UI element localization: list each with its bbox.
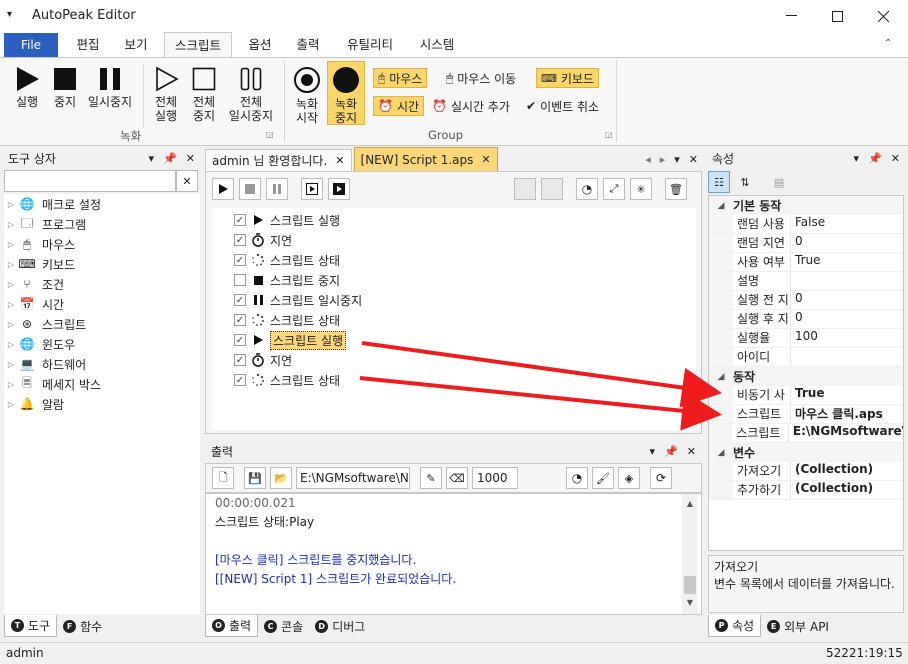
- status-clock: 52221:19:15: [826, 646, 903, 660]
- status-bar: admin 52221:19:15: [0, 642, 908, 664]
- status-user: admin: [6, 646, 44, 660]
- annotation-arrows: [359, 341, 722, 431]
